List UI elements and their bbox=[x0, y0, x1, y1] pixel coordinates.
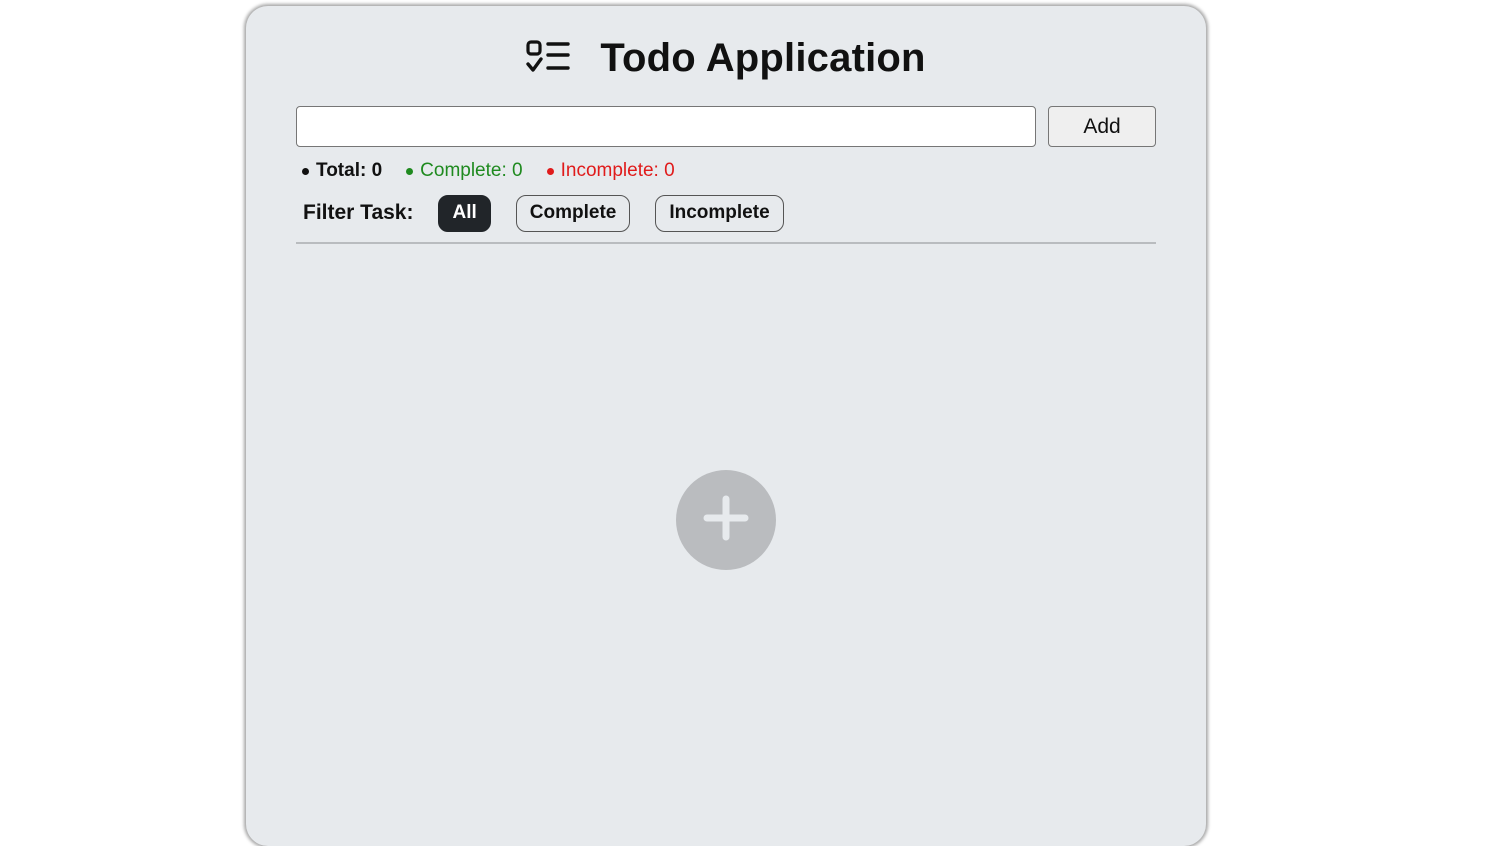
stat-complete: Complete: 0 bbox=[406, 160, 523, 182]
empty-add-button[interactable] bbox=[676, 470, 776, 570]
stat-complete-label: Complete: 0 bbox=[420, 160, 523, 181]
task-input[interactable] bbox=[296, 106, 1036, 147]
filter-all-button[interactable]: All bbox=[438, 194, 491, 232]
filter-complete-button[interactable]: Complete bbox=[515, 194, 631, 232]
filter-incomplete-button[interactable]: Incomplete bbox=[655, 194, 784, 232]
plus-icon bbox=[703, 495, 749, 546]
filter-label: Filter Task: bbox=[303, 201, 414, 224]
todo-card: Todo Application Add Total: 0 Complete: … bbox=[246, 6, 1206, 846]
stat-total-label: Total: 0 bbox=[316, 160, 383, 181]
task-stats: Total: 0 Complete: 0 Incomplete: 0 bbox=[302, 158, 699, 184]
page-title: Todo Application bbox=[600, 35, 926, 80]
stat-incomplete: Incomplete: 0 bbox=[546, 160, 675, 182]
bullet-dot bbox=[546, 167, 554, 175]
app-header: Todo Application bbox=[246, 33, 1206, 83]
stat-incomplete-label: Incomplete: 0 bbox=[560, 160, 675, 181]
bullet-dot bbox=[302, 167, 309, 175]
stat-total: Total: 0 bbox=[302, 160, 382, 182]
checklist-icon bbox=[526, 40, 571, 76]
divider bbox=[296, 242, 1156, 244]
add-button[interactable]: Add bbox=[1048, 106, 1156, 147]
filter-bar: Filter Task: All Complete Incomplete bbox=[303, 194, 809, 232]
bullet-dot bbox=[406, 167, 414, 175]
